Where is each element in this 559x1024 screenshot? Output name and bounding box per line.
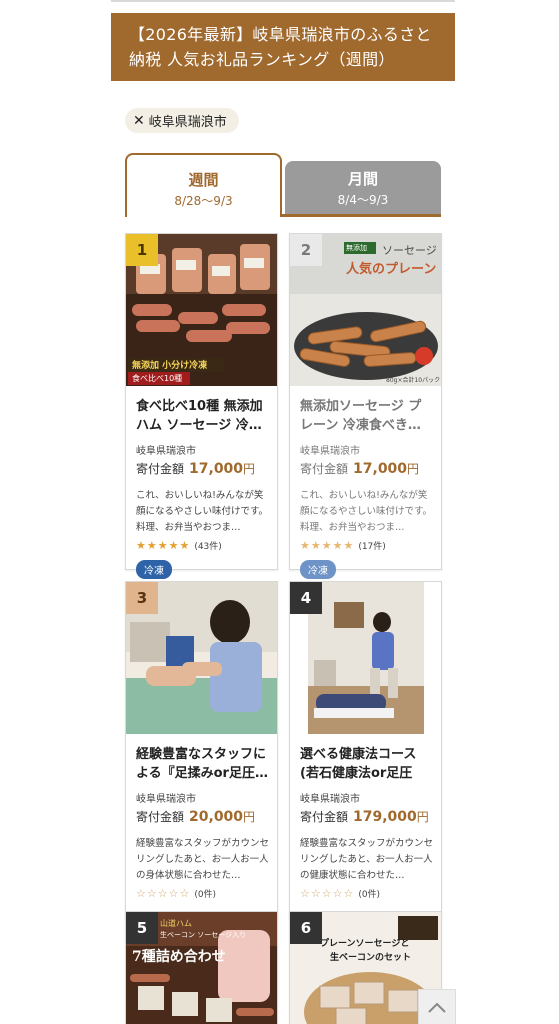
product-description: これ、おいしいね!みんなが笑顔になるやさしい味付けです。料理、お弁当やおつま…	[136, 490, 269, 533]
tab-monthly-label: 月間	[347, 170, 378, 188]
rank-badge: 5	[126, 912, 158, 944]
frozen-badge: 冷凍	[300, 560, 336, 579]
rating-stars: ★★★★★ (17件)	[300, 539, 434, 552]
star-rating-icon: ☆☆☆☆☆	[136, 887, 191, 900]
municipality-name: 岐阜県瑞浪市	[300, 446, 360, 457]
frozen-badge: 冷凍	[136, 560, 172, 579]
ranking-header: 【2026年最新】岐阜県瑞浪市のふるさと納税 人気お礼品ランキング（週間）	[111, 13, 455, 81]
amount-unit: 円	[243, 462, 256, 476]
product-description: これ、おいしいね!みんなが笑顔になるやさしい味付けです。料理、お弁当やおつま…	[300, 490, 433, 533]
image-caption: プレーンソーセージと	[320, 939, 410, 949]
review-count: (0件)	[194, 890, 217, 900]
image-caption: 無添加	[346, 244, 367, 252]
donation-amount: 寄付金額 20,000 円	[136, 808, 270, 825]
municipality-filter-chip[interactable]: ✕ 岐阜県瑞浪市	[125, 108, 239, 133]
image-caption: ソーセージ	[382, 244, 437, 257]
ranking-title: 【2026年最新】岐阜県瑞浪市のふるさと納税 人気お礼品ランキング（週間）	[129, 25, 432, 69]
ranking-card-2[interactable]: 無添加 ソーセージ 人気のプレーン 80g×合計10パック 2 無添加ソーセージ…	[289, 233, 442, 579]
amount-value: 17,000	[353, 461, 408, 477]
ranking-card-3[interactable]: 3 経験豊富なスタッフによる『足揉みor足圧… 岐阜県瑞浪市 寄付金額 20,0…	[125, 581, 278, 918]
star-rating-icon: ☆☆☆☆☆	[300, 887, 355, 900]
product-title[interactable]: 無添加ソーセージ プレーン 冷凍食べき…	[300, 397, 434, 435]
product-title[interactable]: 食べ比べ10種 無添加ハム ソーセージ 冷…	[136, 397, 270, 435]
star-rating-icon: ★★★★★	[300, 539, 355, 552]
rank-badge: 3	[126, 582, 158, 614]
donation-amount: 寄付金額 17,000 円	[300, 460, 434, 477]
amount-unit: 円	[243, 810, 256, 824]
municipality-name: 岐阜県瑞浪市	[136, 794, 196, 805]
amount-value: 17,000	[189, 461, 244, 477]
review-count: (0件)	[358, 890, 381, 900]
chevron-up-icon	[428, 1002, 446, 1013]
donation-amount: 寄付金額 179,000 円	[300, 808, 434, 825]
image-caption: 7種詰め合わせ	[132, 949, 226, 965]
tab-monthly[interactable]: 月間 8/4〜9/3	[285, 161, 441, 214]
product-description: 経験豊富なスタッフがカウンセリングしたあと、お一人お一人の健康状態に合わせた…	[300, 838, 434, 881]
image-caption: 80g×合計10パック	[386, 377, 441, 384]
tab-weekly-range: 8/28〜9/3	[174, 194, 233, 208]
ranking-card-5[interactable]: 山道ハム 生ベーコン ソーセージ入り 7種詰め合わせ 5	[125, 911, 278, 1024]
rating-stars: ☆☆☆☆☆ (0件)	[136, 887, 270, 900]
municipality-name: 岐阜県瑞浪市	[136, 446, 196, 457]
scroll-to-top-button[interactable]	[418, 989, 456, 1024]
rank-badge: 2	[290, 234, 322, 266]
rating-stars: ★★★★★ (43件)	[136, 539, 270, 552]
amount-label: 寄付金額	[300, 810, 349, 824]
product-description: 経験豊富なスタッフがカウンセリングしたあと、お一人お一人の身体状態に合わせた…	[136, 838, 270, 881]
image-caption: 食べ比べ10種	[132, 374, 183, 383]
amount-label: 寄付金額	[300, 462, 349, 476]
donation-amount: 寄付金額 17,000 円	[136, 460, 270, 477]
tab-monthly-range: 8/4〜9/3	[337, 193, 389, 207]
close-icon[interactable]: ✕	[133, 113, 145, 129]
rating-stars: ☆☆☆☆☆ (0件)	[300, 887, 434, 900]
period-tabs: 週間 8/28〜9/3 月間 8/4〜9/3	[125, 153, 441, 217]
image-caption: 生ベーコンのセット	[330, 953, 412, 963]
review-count: (17件)	[358, 542, 386, 552]
rank-badge: 6	[290, 912, 322, 944]
amount-unit: 円	[407, 462, 420, 476]
amount-unit: 円	[416, 810, 429, 824]
image-caption: 生ベーコン ソーセージ入り	[160, 931, 247, 939]
ranking-card-1[interactable]: 無添加 小分け冷凍 食べ比べ10種 1 食べ比べ10種 無添加ハム ソーセージ …	[125, 233, 278, 579]
rank-badge: 4	[290, 582, 322, 614]
amount-value: 20,000	[189, 809, 244, 825]
image-caption: 無添加 小分け冷凍	[132, 361, 208, 371]
filter-chip-label: 岐阜県瑞浪市	[148, 115, 227, 130]
tab-weekly[interactable]: 週間 8/28〜9/3	[125, 153, 282, 217]
rank-badge: 1	[126, 234, 158, 266]
top-divider	[111, 0, 455, 2]
image-caption: 人気のプレーン	[346, 262, 437, 277]
product-title[interactable]: 選べる健康法コース(若石健康法or足圧健…	[300, 745, 434, 783]
ranking-card-4[interactable]: 4 選べる健康法コース(若石健康法or足圧健… 岐阜県瑞浪市 寄付金額 179,…	[289, 581, 442, 918]
amount-label: 寄付金額	[136, 462, 185, 476]
star-rating-icon: ★★★★★	[136, 539, 191, 552]
image-caption: 山道ハム	[160, 919, 192, 928]
municipality-name: 岐阜県瑞浪市	[300, 794, 360, 805]
amount-label: 寄付金額	[136, 810, 185, 824]
tab-weekly-label: 週間	[188, 171, 219, 189]
product-title[interactable]: 経験豊富なスタッフによる『足揉みor足圧…	[136, 745, 270, 783]
amount-value: 179,000	[353, 809, 417, 825]
review-count: (43件)	[194, 542, 222, 552]
